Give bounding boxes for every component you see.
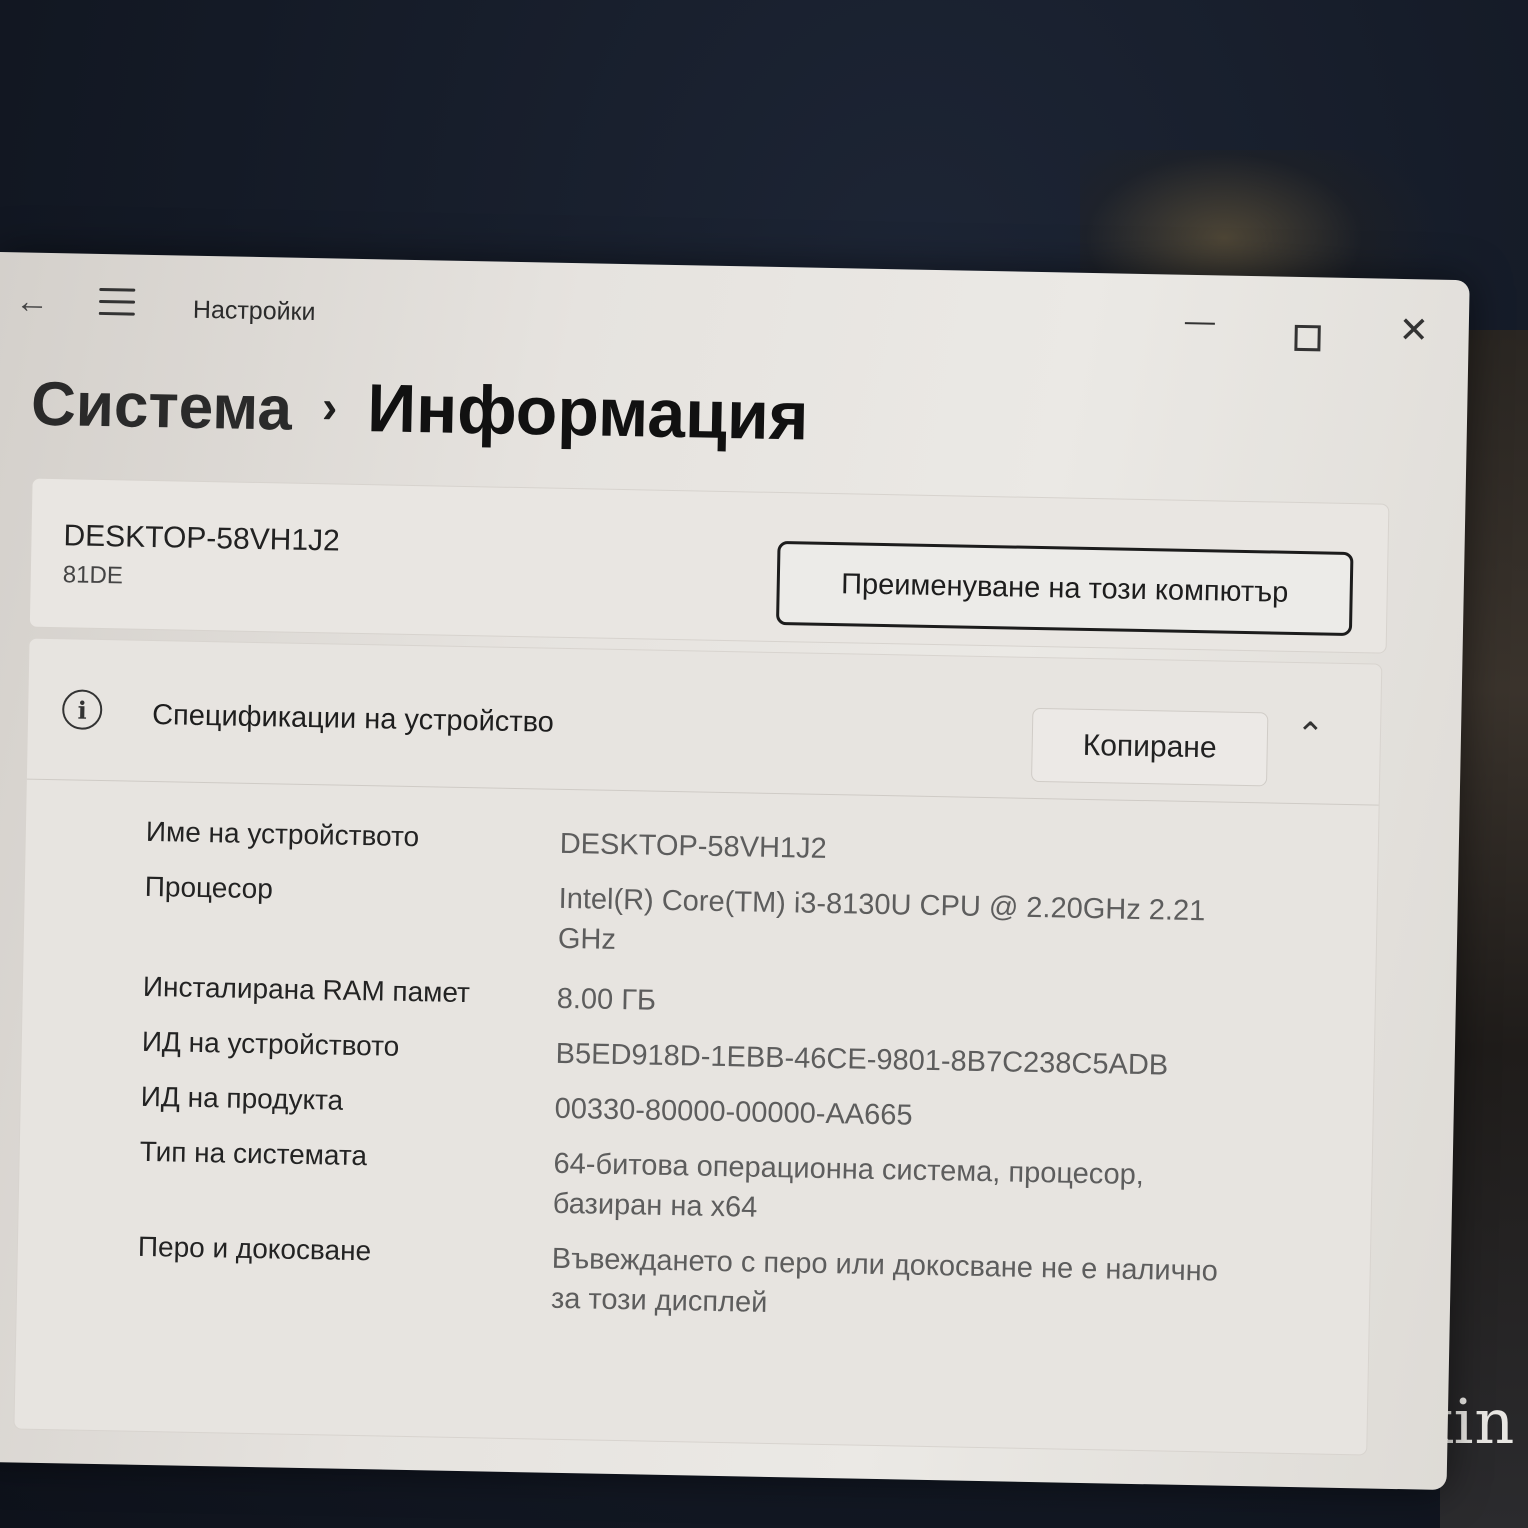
copy-button[interactable]: Копиране: [1031, 707, 1269, 787]
spec-label: Инсталирана RAM памет: [142, 970, 471, 1009]
spec-value: 64-битова операционна система, процесор,…: [552, 1147, 1145, 1224]
spec-row-device-name: Име на устройството DESKTOP-58VH1J2: [146, 816, 1326, 865]
spec-value: Въвеждането с перо или докосване не е на…: [550, 1242, 1219, 1319]
spec-label: Тип на системата: [139, 1135, 368, 1172]
spec-value: B5ED918D-1EBB-46CE-9801-8B7C238C5ADB: [555, 1037, 1169, 1082]
spec-value: 8.00 ГБ: [556, 982, 657, 1017]
breadcrumb-parent[interactable]: Система: [30, 370, 292, 444]
spec-value: Intel(R) Core(TM) i3-8130U CPU @ 2.20GHz…: [557, 882, 1206, 956]
spec-label: ИД на продукта: [140, 1080, 344, 1116]
specs-title: Спецификации на устройство: [151, 699, 555, 739]
spec-label: Перо и докосване: [137, 1230, 372, 1267]
settings-window: ← Настройки — ✕ Система › Информация DESKT…: [0, 252, 1470, 1490]
spec-label: Процесор: [144, 870, 274, 905]
breadcrumb: Система › Информация: [30, 363, 809, 456]
device-model: 81DE: [62, 561, 124, 590]
spec-value: DESKTOP-58VH1J2: [559, 827, 828, 865]
device-name: DESKTOP-58VH1J2: [63, 519, 341, 558]
device-card: DESKTOP-58VH1J2 81DE Преименуване на тоз…: [28, 477, 1390, 654]
info-icon: i: [61, 689, 103, 731]
close-icon[interactable]: ✕: [1398, 309, 1429, 352]
specs-header[interactable]: i Спецификации на устройство Копиране ⌃: [26, 638, 1382, 806]
breadcrumb-separator-icon: ›: [321, 380, 338, 433]
device-specs-card: i Спецификации на устройство Копиране ⌃ …: [13, 637, 1383, 1456]
maximize-icon[interactable]: [1294, 324, 1321, 352]
back-arrow-icon[interactable]: ←: [15, 282, 50, 322]
chevron-up-icon[interactable]: ⌃: [1296, 715, 1325, 756]
app-title: Настройки: [192, 295, 316, 327]
hamburger-menu-icon[interactable]: [98, 287, 136, 317]
minimize-icon[interactable]: —: [1185, 305, 1216, 340]
page-title: Информация: [366, 370, 810, 455]
spec-row-ram: Инсталирана RAM памет 8.00 ГБ: [143, 971, 1323, 1017]
spec-value: 00330-80000-00000-AA665: [554, 1092, 913, 1132]
rename-pc-button[interactable]: Преименуване на този компютър: [775, 540, 1354, 637]
spec-label: Име на устройството: [145, 815, 420, 853]
spec-label: ИД на устройството: [141, 1025, 400, 1062]
